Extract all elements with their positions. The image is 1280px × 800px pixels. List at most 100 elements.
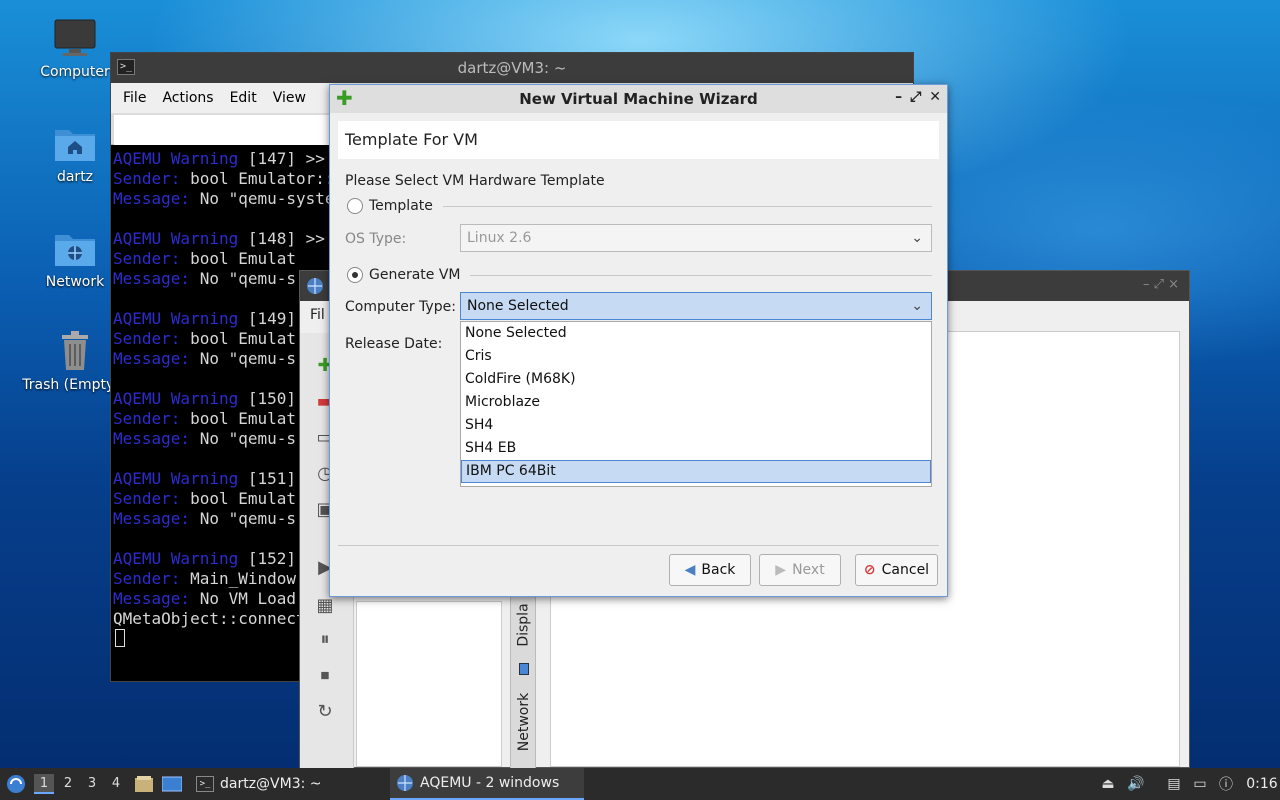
template-radio-label[interactable]: Template bbox=[369, 198, 433, 214]
pause-icon[interactable]: ⏸ bbox=[313, 627, 337, 651]
start-menu-icon[interactable] bbox=[6, 768, 28, 800]
chevron-down-icon: ⌄ bbox=[911, 298, 923, 314]
console-line-text: No "qemu-s bbox=[190, 509, 297, 528]
menu-edit[interactable]: Edit bbox=[222, 90, 265, 106]
os-type-select[interactable]: Linux 2.6 ⌄ bbox=[460, 224, 932, 252]
console-line-tag: Sender: bbox=[113, 409, 181, 428]
cancel-button-label: Cancel bbox=[881, 562, 930, 578]
wizard-title: New Virtual Machine Wizard bbox=[519, 90, 758, 108]
separator bbox=[470, 275, 932, 276]
computer-type-dropdown-list[interactable]: None Selected Cris ColdFire (M68K) Microbla… bbox=[460, 321, 932, 487]
computer-type-option[interactable]: SH4 EB bbox=[461, 437, 931, 460]
wizard-titlebar[interactable]: ✚ New Virtual Machine Wizard – ⤢ ✕ bbox=[330, 85, 947, 113]
close-icon[interactable]: ✕ bbox=[929, 89, 941, 105]
show-desktop-icon[interactable] bbox=[162, 774, 182, 794]
next-arrow-icon: ▶ bbox=[775, 562, 787, 578]
terminal-cursor bbox=[115, 629, 125, 647]
computer-type-select[interactable]: None Selected ⌄ bbox=[460, 292, 932, 320]
console-line-tag: AQEMU Warning bbox=[113, 229, 239, 248]
release-date-label: Release Date: bbox=[345, 336, 443, 352]
aqemu-icon bbox=[307, 278, 323, 294]
generate-vm-radio[interactable] bbox=[347, 267, 363, 283]
console-line-tag: Sender: bbox=[113, 569, 181, 588]
console-line-text: bool Emulat bbox=[180, 489, 297, 508]
console-line-tag: Message: bbox=[113, 429, 191, 448]
wizard-page-header: Template For VM bbox=[338, 121, 939, 159]
console-line-tag: Message: bbox=[113, 509, 191, 528]
task-terminal[interactable]: >_ dartz@VM3: ~ bbox=[190, 768, 380, 800]
cancel-button[interactable]: ⊘ Cancel bbox=[855, 554, 938, 586]
display-icon bbox=[511, 658, 537, 680]
os-type-label: OS Type: bbox=[345, 231, 407, 247]
vm-list[interactable] bbox=[356, 601, 502, 767]
console-line-tag: Sender: bbox=[113, 249, 181, 268]
console-line-tag: Message: bbox=[113, 189, 191, 208]
console-line-text: [147] >> bbox=[238, 149, 335, 168]
template-radio[interactable] bbox=[347, 198, 363, 214]
task-aqemu[interactable]: AQEMU - 2 windows bbox=[390, 768, 584, 800]
separator bbox=[443, 206, 932, 207]
console-line-text: bool Emulat bbox=[180, 249, 297, 268]
terminal-icon: >_ bbox=[196, 776, 214, 792]
console-line-tag: Sender: bbox=[113, 489, 181, 508]
console-line-tag: AQEMU Warning bbox=[113, 389, 239, 408]
workspace-4[interactable]: 4 bbox=[106, 774, 126, 794]
computer-type-option[interactable]: IBM PC 64Bit bbox=[461, 460, 931, 483]
console-line-tag: AQEMU Warning bbox=[113, 549, 239, 568]
stop-icon[interactable]: ⏹ bbox=[313, 663, 337, 687]
terminal-icon: >_ bbox=[117, 59, 135, 75]
task-terminal-label: dartz@VM3: ~ bbox=[220, 776, 322, 792]
volume-icon[interactable]: 🔊 bbox=[1126, 774, 1146, 794]
network-folder-icon bbox=[53, 228, 97, 268]
computer-type-option[interactable]: Cris bbox=[461, 345, 931, 368]
file-manager-icon[interactable] bbox=[134, 774, 154, 794]
console-line-text: QMetaObject::connect bbox=[113, 609, 306, 628]
console-line-text: No "qemu-s bbox=[190, 429, 297, 448]
tab-display[interactable]: Displa bbox=[511, 590, 537, 660]
computer-type-label: Computer Type: bbox=[345, 299, 456, 315]
tab-network-label: Network bbox=[516, 692, 532, 752]
window-controls-icon[interactable]: – ⤢ × bbox=[1143, 277, 1179, 292]
screen-icon[interactable]: ▭ bbox=[1190, 774, 1210, 794]
computer-type-option[interactable]: ColdFire (M68K) bbox=[461, 368, 931, 391]
new-vm-wizard-dialog[interactable]: ✚ New Virtual Machine Wizard – ⤢ ✕ Templ… bbox=[329, 84, 948, 597]
aqemu-icon bbox=[397, 775, 413, 791]
workspace-1[interactable]: 1 bbox=[34, 774, 54, 794]
clock[interactable]: 0:16 bbox=[1246, 768, 1278, 800]
menu-file[interactable]: File bbox=[115, 90, 154, 106]
os-type-value: Linux 2.6 bbox=[467, 230, 532, 246]
terminal-title: dartz@VM3: ~ bbox=[457, 59, 567, 77]
chevron-down-icon: ⌄ bbox=[911, 230, 923, 246]
maximize-icon[interactable]: ⤢ bbox=[910, 89, 921, 105]
console-line-text: [148] >> bbox=[238, 229, 335, 248]
add-icon: ✚ bbox=[336, 86, 353, 110]
menu-actions[interactable]: Actions bbox=[154, 90, 221, 106]
computer-type-option[interactable]: Microblaze bbox=[461, 391, 931, 414]
menu-view[interactable]: View bbox=[265, 90, 314, 106]
console-line-tag: AQEMU Warning bbox=[113, 469, 239, 488]
workspace-2[interactable]: 2 bbox=[58, 774, 78, 794]
reset-icon[interactable]: ↻ bbox=[313, 699, 337, 723]
aqemu-menu-file[interactable]: Fil bbox=[310, 307, 325, 323]
trash-icon bbox=[53, 331, 97, 371]
console-line-tag: Sender: bbox=[113, 169, 181, 188]
console-line-tag: AQEMU Warning bbox=[113, 149, 239, 168]
console-line-tag: Message: bbox=[113, 589, 191, 608]
back-button[interactable]: ◀ Back bbox=[669, 554, 751, 586]
workspace-3[interactable]: 3 bbox=[82, 774, 102, 794]
notification-icon[interactable]: ⓘ bbox=[1216, 774, 1236, 794]
console-line-text: bool Emulat bbox=[180, 329, 297, 348]
minimize-icon[interactable]: – bbox=[895, 89, 902, 105]
next-button[interactable]: ▶ Next bbox=[759, 554, 841, 586]
removable-media-icon[interactable]: ⏏ bbox=[1098, 774, 1118, 794]
computer-type-value: None Selected bbox=[467, 298, 569, 314]
computer-type-option[interactable]: None Selected bbox=[461, 322, 931, 345]
generate-vm-radio-label[interactable]: Generate VM bbox=[369, 267, 461, 283]
clipboard-icon[interactable]: ▤ bbox=[1164, 774, 1184, 794]
terminal-titlebar[interactable]: >_ dartz@VM3: ~ bbox=[111, 53, 913, 83]
console-line-tag: Message: bbox=[113, 269, 191, 288]
home-folder-icon bbox=[53, 123, 97, 163]
tab-network[interactable]: Network bbox=[511, 682, 537, 762]
computer-type-option[interactable]: SH4 bbox=[461, 414, 931, 437]
separator bbox=[338, 545, 939, 546]
